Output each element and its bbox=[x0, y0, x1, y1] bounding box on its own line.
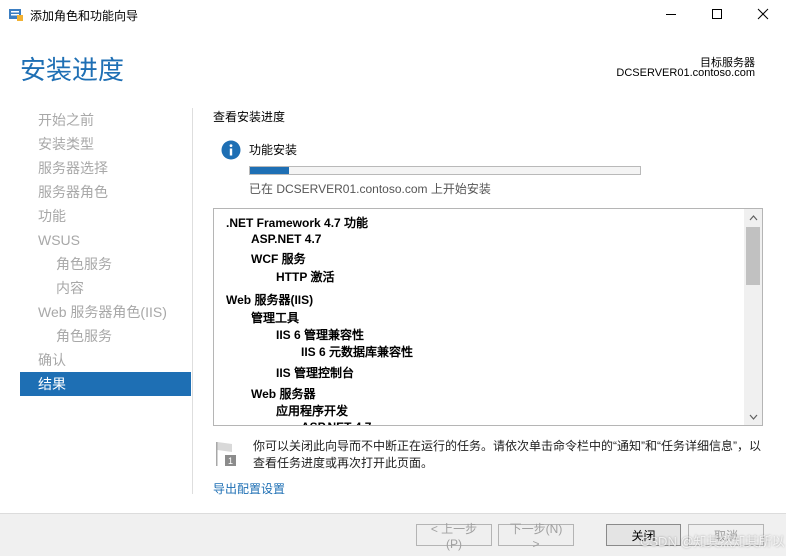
scroll-down-button[interactable] bbox=[744, 408, 762, 425]
install-status: 已在 DCSERVER01.contoso.com 上开始安装 bbox=[249, 182, 491, 196]
install-progress-bar bbox=[249, 166, 641, 175]
feature-item: Web 服务器 bbox=[251, 387, 316, 401]
scroll-thumb[interactable] bbox=[746, 227, 760, 285]
nav-item[interactable]: 结果 bbox=[20, 372, 191, 396]
destination-server-name: DCSERVER01.contoso.com bbox=[616, 67, 755, 79]
nav-item[interactable]: 功能 bbox=[20, 204, 191, 228]
window-title: 添加角色和功能向导 bbox=[30, 9, 139, 23]
nav-item[interactable]: 角色服务 bbox=[20, 324, 191, 348]
nav-item[interactable]: 安装类型 bbox=[20, 132, 191, 156]
wizard-nav: 开始之前 安装类型 服务器选择 服务器角色 功能 WSUS 角色服务 内容 Web 服务器角色(… bbox=[20, 108, 191, 396]
feature-item: HTTP 激活 bbox=[276, 270, 335, 284]
title-bar: 添加角色和功能向导 bbox=[0, 0, 786, 28]
maximize-icon bbox=[712, 9, 722, 19]
next-button[interactable]: 下一步(N) > bbox=[498, 522, 574, 551]
feature-item: IIS 6 管理兼容性 bbox=[276, 328, 365, 342]
nav-item[interactable]: Web 服务器角色(IIS) bbox=[20, 300, 191, 324]
feature-install-label: 功能安装 bbox=[249, 143, 298, 157]
chevron-down-icon bbox=[749, 414, 757, 420]
feature-item: ASP.NET 4.7 bbox=[301, 420, 371, 425]
flag-note-icon: 1 bbox=[214, 440, 240, 468]
nav-item[interactable]: 内容 bbox=[20, 276, 191, 300]
results-listbox[interactable]: .NET Framework 4.7 功能 ASP.NET 4.7 WCF 服务 HT… bbox=[213, 208, 763, 426]
progress-fill bbox=[250, 167, 289, 174]
content-heading: 查看安装进度 bbox=[213, 110, 286, 124]
export-config-link[interactable]: 导出配置设置 bbox=[213, 480, 285, 497]
server-manager-icon bbox=[8, 6, 24, 22]
feature-item: 应用程序开发 bbox=[276, 404, 349, 418]
page-title: 安装进度 bbox=[20, 55, 125, 85]
note-text: 你可以关闭此向导而不中断正在运行的任务。请依次单击命令栏中的“通知”和“任务详细… bbox=[253, 439, 761, 470]
nav-item[interactable]: 角色服务 bbox=[20, 252, 191, 276]
nav-item[interactable]: 确认 bbox=[20, 348, 191, 372]
nav-item[interactable]: 服务器角色 bbox=[20, 180, 191, 204]
divider bbox=[192, 108, 193, 494]
feature-item: WCF 服务 bbox=[251, 252, 306, 266]
note-number: 1 bbox=[228, 456, 233, 466]
nav-item[interactable]: WSUS bbox=[20, 228, 191, 252]
minimize-icon bbox=[666, 14, 676, 15]
feature-item: IIS 6 元数据库兼容性 bbox=[301, 345, 414, 359]
vertical-scrollbar[interactable] bbox=[744, 209, 762, 425]
scroll-up-button[interactable] bbox=[744, 209, 762, 226]
nav-item[interactable]: 服务器选择 bbox=[20, 156, 191, 180]
feature-item: Web 服务器(IIS) bbox=[226, 293, 314, 307]
nav-item[interactable]: 开始之前 bbox=[20, 108, 191, 132]
info-icon bbox=[221, 140, 241, 160]
feature-item: 管理工具 bbox=[251, 311, 300, 325]
close-window-button[interactable] bbox=[740, 0, 786, 28]
chevron-up-icon bbox=[749, 214, 757, 220]
feature-list: .NET Framework 4.7 功能 ASP.NET 4.7 WCF 服务 HT… bbox=[214, 209, 742, 425]
feature-item: IIS 管理控制台 bbox=[276, 366, 355, 380]
feature-item: ASP.NET 4.7 bbox=[251, 232, 322, 246]
prev-button[interactable]: < 上一步(P) bbox=[416, 522, 492, 551]
close-icon bbox=[757, 8, 769, 20]
feature-item: .NET Framework 4.7 功能 bbox=[226, 216, 369, 230]
maximize-button[interactable] bbox=[694, 0, 740, 28]
minimize-button[interactable] bbox=[648, 0, 694, 28]
watermark: CSDN @知其然知其所以 bbox=[640, 534, 785, 549]
